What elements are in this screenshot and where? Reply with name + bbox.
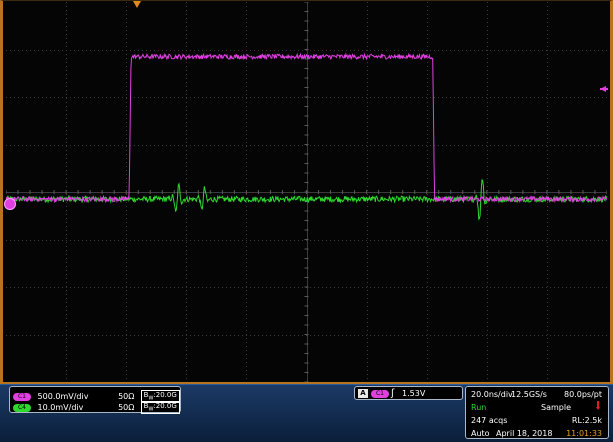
channel-ground-reference-icon[interactable] <box>4 198 16 210</box>
trigger-mode: Auto <box>471 429 490 438</box>
run-stop-indicator-icon <box>596 401 600 410</box>
channel-4-impedance: 50Ω <box>118 403 135 413</box>
channel-4-scale: 10.0mV/div <box>37 403 84 413</box>
channel-1-impedance: 50Ω <box>118 392 135 402</box>
trigger-settings-box[interactable]: A C1 ʃ 1.53V <box>354 386 463 400</box>
horizontal-scale: 20.0ns/div <box>471 390 513 399</box>
trigger-level-icon[interactable] <box>600 86 608 92</box>
acquisition-state: Run <box>471 403 487 412</box>
trigger-type-badge: A <box>358 389 368 398</box>
channel-4-row[interactable]: C4 10.0mV/div 50Ω BW:20.0G <box>13 401 180 415</box>
time-resolution: 80.0ps/pt <box>564 390 602 399</box>
waveform-traces <box>6 52 607 221</box>
status-bar: C1 500.0mV/div 50Ω BW:20.0G C4 10.0mV/di… <box>0 384 613 442</box>
clock-time: 11:01:33 <box>566 429 602 438</box>
channel-4-badge[interactable]: C4 <box>13 403 31 412</box>
channel-settings-box[interactable]: C1 500.0mV/div 50Ω BW:20.0G C4 10.0mV/di… <box>9 386 181 415</box>
channel-1-row[interactable]: C1 500.0mV/div 50Ω BW:20.0G <box>13 390 180 404</box>
waveform-display[interactable] <box>0 0 613 384</box>
graticule-grid <box>6 2 607 382</box>
trigger-position-icon[interactable] <box>133 1 141 8</box>
trigger-source-badge: C1 <box>371 390 389 398</box>
trigger-level: 1.53V <box>402 389 426 398</box>
timebase-settings-box[interactable]: 20.0ns/div 12.5GS/s 80.0ps/pt Run Sample… <box>465 386 609 439</box>
sample-rate: 12.5GS/s <box>511 390 547 399</box>
channel-1-waveform <box>6 52 607 204</box>
acquisition-count: 247 acqs <box>471 416 508 425</box>
channel-1-badge[interactable]: C1 <box>13 392 31 401</box>
waveform-graticule <box>6 2 607 382</box>
record-length: RL:2.5k <box>571 416 602 425</box>
channel-1-scale: 500.0mV/div <box>37 392 89 402</box>
rising-edge-icon: ʃ <box>391 388 395 399</box>
channel-4-bandwidth: BW:20.0G <box>140 401 180 415</box>
acquisition-mode: Sample <box>541 403 571 412</box>
date: April 18, 2018 <box>496 429 553 438</box>
